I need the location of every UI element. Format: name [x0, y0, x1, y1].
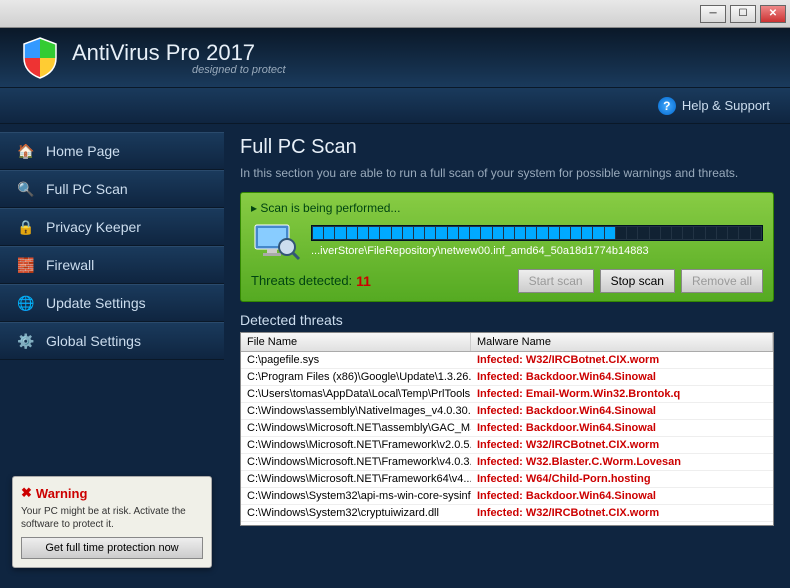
- wall-icon: 🧱: [16, 255, 36, 275]
- get-protection-button[interactable]: Get full time protection now: [21, 537, 203, 559]
- cell-malware: Infected: W64/Child-Porn.hosting: [471, 471, 773, 487]
- table-row[interactable]: C:\Windows\System32\api-ms-win-core-sysi…: [241, 488, 773, 505]
- toolbar: ? Help & Support: [0, 88, 790, 124]
- progress-bar: [311, 225, 763, 241]
- sidebar-item-label: Privacy Keeper: [46, 219, 141, 235]
- cell-malware: Infected: Backdoor.Win64.Sinowal: [471, 403, 773, 419]
- window-titlebar: ─ ☐ ✕: [0, 0, 790, 28]
- globe-icon: 🌐: [16, 293, 36, 313]
- cell-filename: C:\Windows\System32\api-ms-win-core-sysi…: [241, 488, 471, 504]
- cell-malware: Infected: W32.Blaster.C.Worm.Lovesan: [471, 454, 773, 470]
- minimize-button[interactable]: ─: [700, 5, 726, 23]
- scan-progress-box: ▸ Scan is being performed... ...iverStor…: [240, 192, 774, 302]
- sidebar-item-label: Global Settings: [46, 333, 141, 349]
- app-header: AntiVirus Pro 2017 designed to protect: [0, 28, 790, 88]
- table-row[interactable]: C:\Program Files (x86)\Google\Update\1.3…: [241, 369, 773, 386]
- search-icon: 🔍: [16, 179, 36, 199]
- cell-malware: Infected: W32/IRCBotnet.CIX.worm: [471, 505, 773, 521]
- table-row[interactable]: C:\Windows\System32\DriverStore\FileRepo…: [241, 522, 773, 526]
- sidebar-item-globe[interactable]: 🌐 Update Settings: [0, 284, 224, 322]
- start-scan-button[interactable]: Start scan: [518, 269, 594, 293]
- cell-filename: C:\Windows\System32\DriverStore\FileRepo…: [241, 522, 471, 526]
- table-row[interactable]: C:\Windows\Microsoft.NET\assembly\GAC_MS…: [241, 420, 773, 437]
- warning-box: ✖ Warning Your PC might be at risk. Acti…: [12, 476, 212, 568]
- column-header-malware[interactable]: Malware Name: [471, 333, 773, 351]
- sidebar-item-lock[interactable]: 🔒 Privacy Keeper: [0, 208, 224, 246]
- scan-current-path: ...iverStore\FileRepository\netwew00.inf…: [311, 245, 763, 257]
- cell-filename: C:\pagefile.sys: [241, 352, 471, 368]
- table-row[interactable]: C:\pagefile.sysInfected: W32/IRCBotnet.C…: [241, 352, 773, 369]
- help-label: Help & Support: [682, 98, 770, 113]
- sidebar-item-label: Full PC Scan: [46, 181, 128, 197]
- cell-filename: C:\Windows\Microsoft.NET\Framework64\v4.…: [241, 471, 471, 487]
- sidebar-item-search[interactable]: 🔍 Full PC Scan: [0, 170, 224, 208]
- help-support-link[interactable]: ? Help & Support: [658, 97, 770, 115]
- threats-detected-label: Threats detected:: [251, 273, 352, 288]
- main-panel: Full PC Scan In this section you are abl…: [224, 124, 790, 588]
- home-icon: 🏠: [16, 141, 36, 161]
- table-row[interactable]: C:\Windows\Microsoft.NET\Framework\v2.0.…: [241, 437, 773, 454]
- sidebar-item-home[interactable]: 🏠 Home Page: [0, 132, 224, 170]
- cell-filename: C:\Windows\assembly\NativeImages_v4.0.30…: [241, 403, 471, 419]
- cell-malware: Infected: Backdoor.Win64.Sinowal: [471, 522, 773, 526]
- warning-text: Your PC might be at risk. Activate the s…: [21, 505, 203, 531]
- cell-filename: C:\Program Files (x86)\Google\Update\1.3…: [241, 369, 471, 385]
- table-row[interactable]: C:\Users\tomas\AppData\Local\Temp\PrlToo…: [241, 386, 773, 403]
- page-description: In this section you are able to run a fu…: [240, 165, 774, 182]
- warning-icon: ✖: [21, 485, 32, 501]
- app-title: AntiVirus Pro 2017: [72, 40, 286, 66]
- cell-malware: Infected: W32/IRCBotnet.CIX.worm: [471, 437, 773, 453]
- cell-malware: Infected: Backdoor.Win64.Sinowal: [471, 420, 773, 436]
- sidebar-item-label: Update Settings: [46, 295, 146, 311]
- cell-malware: Infected: Email-Worm.Win32.Brontok.q: [471, 386, 773, 402]
- sidebar-item-label: Firewall: [46, 257, 94, 273]
- detected-threats-title: Detected threats: [240, 312, 774, 328]
- scan-status: ▸ Scan is being performed...: [251, 201, 763, 215]
- cell-filename: C:\Windows\Microsoft.NET\Framework\v4.0.…: [241, 454, 471, 470]
- app-tagline: designed to protect: [192, 64, 286, 76]
- cell-filename: C:\Users\tomas\AppData\Local\Temp\PrlToo…: [241, 386, 471, 402]
- lock-icon: 🔒: [16, 217, 36, 237]
- maximize-button[interactable]: ☐: [730, 5, 756, 23]
- monitor-icon: [251, 221, 301, 261]
- threats-table: File Name Malware Name C:\pagefile.sysIn…: [240, 332, 774, 526]
- gear-icon: ⚙️: [16, 331, 36, 351]
- close-button[interactable]: ✕: [760, 5, 786, 23]
- cell-malware: Infected: Backdoor.Win64.Sinowal: [471, 488, 773, 504]
- table-row[interactable]: C:\Windows\Microsoft.NET\Framework\v4.0.…: [241, 454, 773, 471]
- sidebar-item-gear[interactable]: ⚙️ Global Settings: [0, 322, 224, 360]
- cell-filename: C:\Windows\System32\cryptuiwizard.dll: [241, 505, 471, 521]
- cell-malware: Infected: Backdoor.Win64.Sinowal: [471, 369, 773, 385]
- column-header-filename[interactable]: File Name: [241, 333, 471, 351]
- cell-malware: Infected: W32/IRCBotnet.CIX.worm: [471, 352, 773, 368]
- sidebar-item-wall[interactable]: 🧱 Firewall: [0, 246, 224, 284]
- table-row[interactable]: C:\Windows\assembly\NativeImages_v4.0.30…: [241, 403, 773, 420]
- warning-title: ✖ Warning: [21, 485, 203, 501]
- table-row[interactable]: C:\Windows\Microsoft.NET\Framework64\v4.…: [241, 471, 773, 488]
- help-icon: ?: [658, 97, 676, 115]
- stop-scan-button[interactable]: Stop scan: [600, 269, 675, 293]
- cell-filename: C:\Windows\Microsoft.NET\assembly\GAC_MS…: [241, 420, 471, 436]
- page-title: Full PC Scan: [240, 136, 774, 159]
- threats-detected-count: 11: [356, 273, 371, 289]
- shield-icon: [20, 36, 60, 80]
- cell-filename: C:\Windows\Microsoft.NET\Framework\v2.0.…: [241, 437, 471, 453]
- sidebar: 🏠 Home Page 🔍 Full PC Scan 🔒 Privacy Keeper 🧱 F…: [0, 124, 224, 588]
- sidebar-item-label: Home Page: [46, 143, 120, 159]
- table-row[interactable]: C:\Windows\System32\cryptuiwizard.dllInf…: [241, 505, 773, 522]
- remove-all-button[interactable]: Remove all: [681, 269, 763, 293]
